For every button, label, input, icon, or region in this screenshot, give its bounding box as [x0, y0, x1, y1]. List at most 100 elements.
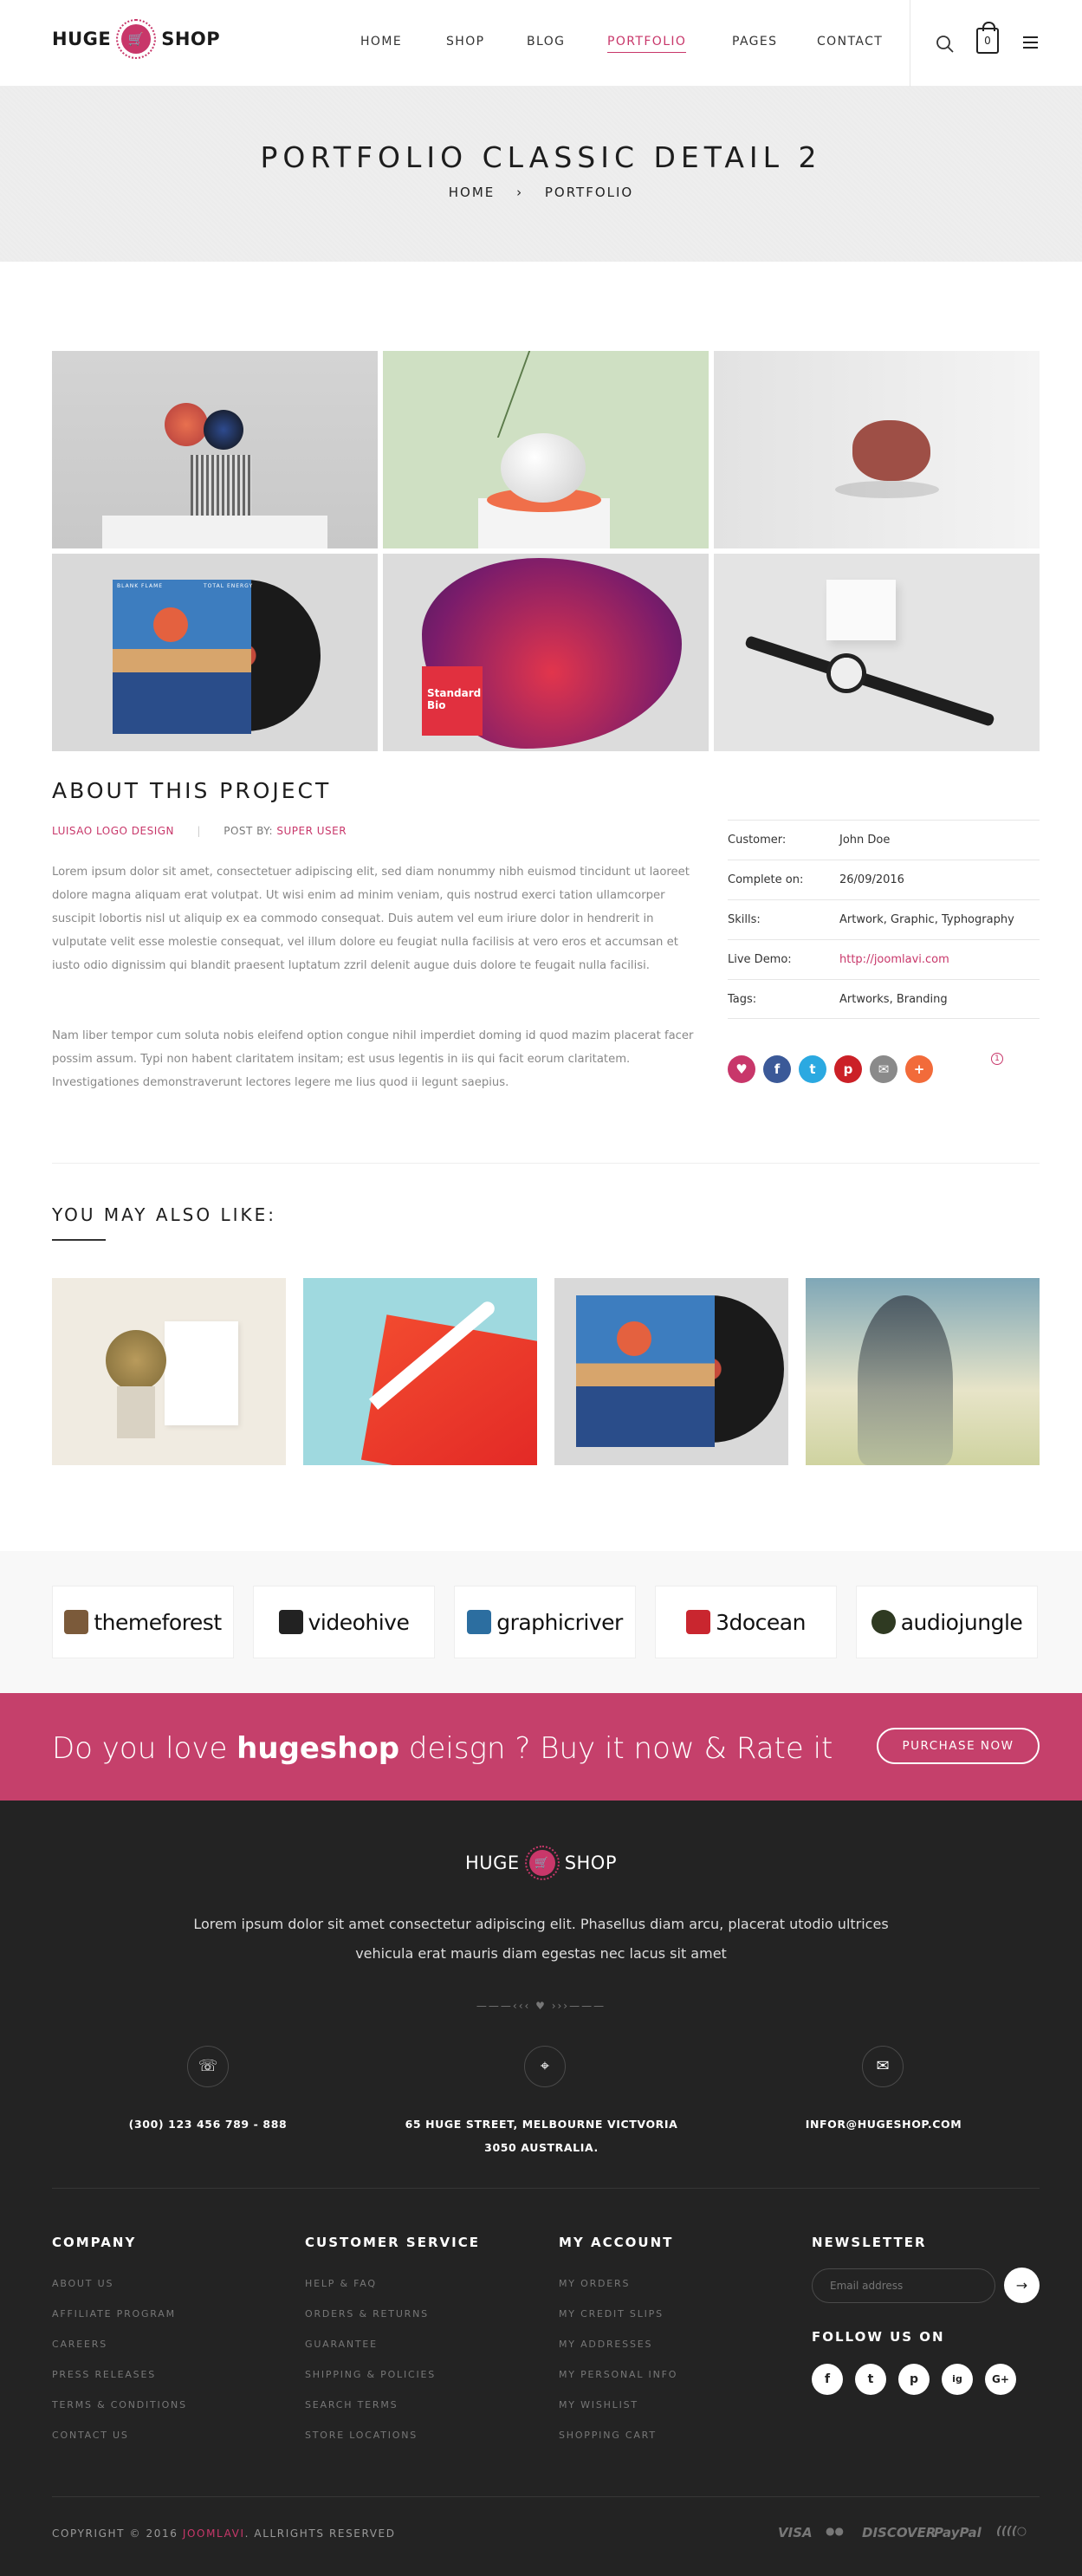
newsletter-email-input[interactable] [812, 2268, 995, 2303]
footer-link[interactable]: HELP & FAQ [305, 2278, 377, 2289]
cart-button[interactable]: 0 [976, 22, 999, 54]
twitter-icon[interactable]: t [855, 2364, 886, 2395]
footer-link[interactable]: AFFILIATE PROGRAM [52, 2308, 176, 2320]
breadcrumb-home[interactable]: HOME [449, 185, 496, 200]
audiojungle-icon [871, 1610, 896, 1634]
copyright-text: COPYRIGHT © 2016 JOOMLAVI. ALLRIGHTS RES… [52, 2527, 396, 2540]
page-title-band: PORTFOLIO CLASSIC DETAIL 2 HOME › PORTFO… [0, 87, 1082, 262]
cart-logo-icon: 🛒 [524, 1846, 560, 1880]
nav-home[interactable]: HOME [360, 35, 402, 49]
gallery-image-watch[interactable] [714, 554, 1040, 751]
about-heading: ABOUT THIS PROJECT [52, 778, 332, 803]
logo-text-right: SHOP [161, 29, 221, 49]
paypal-icon: PayPal [934, 2525, 982, 2540]
gallery-image-blob[interactable]: Standard Bio [383, 554, 709, 751]
newsletter-submit-arrow-icon[interactable]: → [1004, 2268, 1040, 2303]
footer-link[interactable]: MY ADDRESSES [559, 2339, 652, 2350]
site-logo[interactable]: HUGE 🛒 SHOP [52, 19, 220, 59]
google-plus-icon[interactable]: G+ [985, 2364, 1016, 2395]
info-row-live-demo: Live Demo: http://joomlavi.com [728, 939, 1040, 979]
footer-link[interactable]: PRESS RELEASES [52, 2369, 156, 2380]
record-cover-left: BLANK FLAME [117, 583, 164, 589]
envelope-icon: ✉ [862, 2046, 904, 2087]
footer-link[interactable]: ORDERS & RETURNS [305, 2308, 429, 2320]
brand-themeforest[interactable]: themeforest [52, 1586, 234, 1658]
info-key: Tags: [728, 993, 757, 1006]
footer-link[interactable]: ABOUT US [52, 2278, 113, 2289]
project-meta: LUISAO LOGO DESIGN | POST BY: SUPER USER [52, 825, 347, 837]
instagram-icon[interactable]: ig [942, 2364, 973, 2395]
related-item-knife[interactable] [303, 1278, 537, 1465]
visa-icon: VISA [778, 2525, 813, 2540]
footer-link[interactable]: GUARANTEE [305, 2339, 378, 2350]
brand-logos-strip: themeforest videohive graphicriver 3doce… [0, 1551, 1082, 1693]
nav-blog[interactable]: BLOG [527, 35, 565, 49]
brand-3docean[interactable]: 3docean [655, 1586, 837, 1658]
purchase-now-button[interactable]: PURCHASE NOW [877, 1728, 1040, 1764]
info-value: Artworks, Branding [839, 993, 948, 1006]
plus-icon[interactable]: + [905, 1055, 933, 1083]
footer-link[interactable]: MY CREDIT SLIPS [559, 2308, 664, 2320]
facebook-icon[interactable]: f [763, 1055, 791, 1083]
related-item-flowers[interactable] [52, 1278, 286, 1465]
footer-link[interactable]: TERMS & CONDITIONS [52, 2399, 187, 2411]
info-row-complete: Complete on: 26/09/2016 [728, 860, 1040, 899]
search-icon[interactable] [936, 35, 955, 54]
breadcrumb-current: PORTFOLIO [544, 185, 634, 200]
cta-brand: hugeshop [236, 1731, 400, 1766]
mastercard-icon: ●● [826, 2525, 844, 2537]
nav-portfolio[interactable]: PORTFOLIO [607, 35, 687, 53]
heart-icon[interactable]: ♥ [728, 1055, 755, 1083]
gallery-image-sculpture[interactable] [52, 351, 378, 548]
related-heading: YOU MAY ALSO LIKE: [52, 1204, 276, 1225]
info-row-tags: Tags: Artworks, Branding [728, 979, 1040, 1019]
about-paragraph-2: Nam liber tempor cum soluta nobis eleife… [52, 1029, 694, 1089]
email-icon[interactable]: ✉ [870, 1055, 897, 1083]
footer-link[interactable]: CAREERS [52, 2339, 107, 2350]
joomlavi-link[interactable]: JOOMLAVI [183, 2527, 245, 2540]
gallery-image-vinyl[interactable]: BLANK FLAME TOTAL ENERGY [52, 554, 378, 751]
info-row-skills: Skills: Artwork, Graphic, Typhography [728, 899, 1040, 939]
pinterest-icon[interactable]: p [898, 2364, 930, 2395]
gallery-image-teapot[interactable] [714, 351, 1040, 548]
live-demo-link[interactable]: http://joomlavi.com [839, 953, 949, 966]
footer-link[interactable]: MY ORDERS [559, 2278, 630, 2289]
twitter-icon[interactable]: t [799, 1055, 826, 1083]
brand-audiojungle[interactable]: audiojungle [856, 1586, 1038, 1658]
nav-pages[interactable]: PAGES [732, 35, 777, 49]
footer-logo[interactable]: HUGE 🛒 SHOP [0, 1846, 1082, 1880]
nav-contact[interactable]: CONTACT [817, 35, 883, 49]
footer-col-customer-service-title: CUSTOMER SERVICE [305, 2235, 480, 2250]
footer-link[interactable]: CONTACT US [52, 2430, 129, 2441]
breadcrumb-separator: › [516, 185, 524, 200]
contactless-icon: ((((○ [996, 2525, 1027, 2538]
videohive-icon [278, 1610, 303, 1634]
info-row-customer: Customer: John Doe [728, 820, 1040, 860]
gallery-image-sphere[interactable] [383, 351, 709, 548]
site-footer: HUGE 🛒 SHOP Lorem ipsum dolor sit amet c… [0, 1801, 1082, 2576]
brand-videohive[interactable]: videohive [253, 1586, 435, 1658]
footer-link[interactable]: SHOPPING CART [559, 2430, 657, 2441]
menu-icon[interactable] [1023, 36, 1038, 49]
footer-link[interactable]: SHIPPING & POLICIES [305, 2369, 436, 2380]
info-key: Skills: [728, 913, 761, 926]
footer-link[interactable]: MY WISHLIST [559, 2399, 638, 2411]
related-item-double-exposure[interactable] [806, 1278, 1040, 1465]
cart-logo-icon: 🛒 [116, 19, 157, 59]
info-value: John Doe [839, 834, 891, 847]
facebook-icon[interactable]: f [812, 2364, 843, 2395]
pinterest-icon[interactable]: p [834, 1055, 862, 1083]
logo-text-left: HUGE [52, 29, 112, 49]
footer-link[interactable]: STORE LOCATIONS [305, 2430, 418, 2441]
nav-shop[interactable]: SHOP [446, 35, 484, 49]
3docean-icon [686, 1610, 711, 1634]
purchase-cta-banner: Do you love hugeshop deisgn ? Buy it now… [0, 1693, 1082, 1801]
related-item-vinyl[interactable] [554, 1278, 788, 1465]
footer-link[interactable]: MY PERSONAL INFO [559, 2369, 677, 2380]
footer-email[interactable]: INFOR@HUGESHOP.COM [754, 2112, 1014, 2136]
project-category-link[interactable]: LUISAO LOGO DESIGN [52, 825, 174, 837]
brand-graphicriver[interactable]: graphicriver [454, 1586, 636, 1658]
footer-link[interactable]: SEARCH TERMS [305, 2399, 398, 2411]
info-key: Customer: [728, 834, 787, 847]
author-link[interactable]: SUPER USER [276, 825, 347, 837]
